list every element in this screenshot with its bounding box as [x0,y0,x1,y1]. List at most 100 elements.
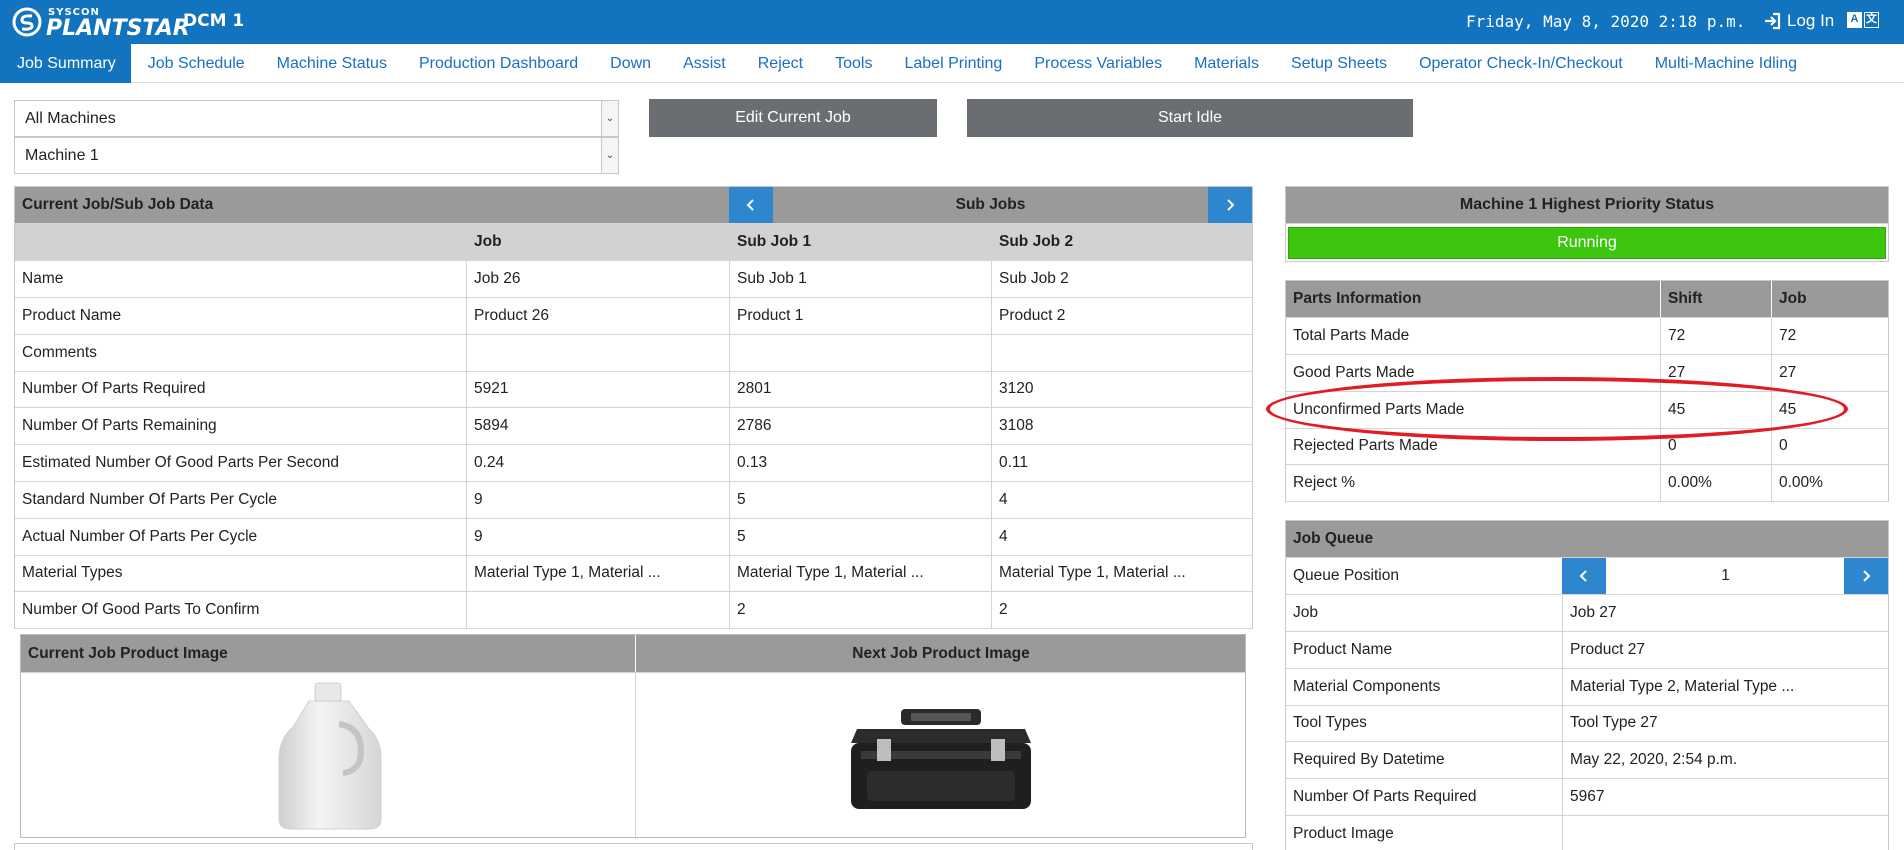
table-row: Tool Types Tool Type 27 [1286,705,1888,743]
queue-row-value: Material Type 2, Material Type ... [1562,668,1888,705]
parts-row-label: Total Parts Made [1293,327,1410,344]
row-label: Number Of Good Parts To Confirm [22,601,260,619]
chevron-right-icon [1227,199,1235,211]
parts-row-label: Reject % [1293,474,1356,492]
table-row: Product Image [1286,815,1888,850]
status-title: Machine 1 Highest Priority Status [1286,187,1888,224]
parts-row-shift: 72 [1660,318,1771,354]
table-row: Required By Datetime May 22, 2020, 2:54 p… [1286,742,1888,780]
tab-production-dashboard[interactable]: Production Dashboard [402,44,593,83]
job-table-title: Current Job/Sub Job Data [22,196,214,213]
machine-select[interactable]: Machine 1 ⌄ [14,137,619,174]
table-row: Actual Number Of Parts Per Cycle 9 5 4 [15,518,1253,556]
table-row: Product Name Product 27 [1286,631,1888,669]
row-value: 4 [991,518,1253,555]
column-sub-job-1: Sub Job 1 [729,224,991,260]
tab-down[interactable]: Down [593,44,666,83]
tab-operator-check-in[interactable]: Operator Check-In/Checkout [1402,44,1638,83]
machine-group-select[interactable]: All Machines ⌄ [14,100,619,137]
tab-assist[interactable]: Assist [666,44,741,83]
row-value [729,334,991,371]
queue-row-value: 5967 [1562,779,1888,815]
tab-setup-sheets[interactable]: Setup Sheets [1274,44,1402,83]
queue-title: Job Queue [1293,530,1374,547]
tab-tools[interactable]: Tools [818,44,887,83]
parts-row-job: 72 [1771,318,1888,354]
column-sub-job-2: Sub Job 2 [991,224,1253,260]
sub-jobs-next-button[interactable] [1208,187,1252,223]
row-value: 0.24 [466,445,729,481]
row-value: 9 [466,518,729,555]
row-value: 5894 [466,408,729,445]
queue-prev-button[interactable] [1562,558,1606,594]
row-value: Product 2 [991,297,1253,334]
queue-header: Job Queue [1286,521,1888,558]
current-datetime: Friday, May 8, 2020 2:18 p.m. [1466,12,1746,31]
queue-row-value: Product 27 [1562,631,1888,668]
queue-row-label: Product Name [1293,640,1393,658]
row-value: 5 [729,481,991,518]
row-label: Material Types [22,564,123,582]
tab-job-schedule[interactable]: Job Schedule [131,44,260,83]
machine-status-panel: Machine 1 Highest Priority Status Runnin… [1285,186,1889,262]
tab-multi-machine-idling[interactable]: Multi-Machine Idling [1638,44,1812,83]
table-row: Material Components Material Type 2, Mate… [1286,668,1888,706]
parts-col-job: Job [1771,281,1888,317]
tab-reject[interactable]: Reject [741,44,818,83]
milk-jug-image [278,682,382,830]
row-value: 3108 [991,408,1253,445]
login-button[interactable]: Log In [1763,11,1834,31]
image-panel-header: Current Job Product Image Next Job Produ… [21,635,1245,673]
row-value: 2786 [729,408,991,445]
edit-current-job-button[interactable]: Edit Current Job [649,99,937,137]
table-row: Material Types Material Type 1, Material … [15,555,1252,593]
table-row: Number Of Parts Required 5967 [1286,779,1888,816]
start-idle-button[interactable]: Start Idle [967,99,1413,137]
row-value: 0.11 [991,445,1253,481]
row-value: 4 [991,481,1253,518]
tab-label-printing[interactable]: Label Printing [887,44,1017,83]
queue-row-label: Job [1293,604,1318,621]
row-label: Actual Number Of Parts Per Cycle [22,527,258,545]
table-row: Standard Number Of Parts Per Cycle 9 5 4 [15,481,1253,519]
login-label: Log In [1787,11,1835,30]
table-row: Number Of Parts Required 5921 2801 3120 [15,371,1252,409]
tab-job-summary[interactable]: Job Summary [0,44,131,83]
row-value: 2 [729,592,991,629]
label-column-header [15,224,466,260]
parts-title: Parts Information [1293,290,1422,307]
product-image-panel: Current Job Product Image Next Job Produ… [20,634,1246,839]
column-job: Job [466,224,729,260]
queue-row-value: May 22, 2020, 2:54 p.m. [1562,742,1888,779]
row-label: Estimated Number Of Good Parts Per Secon… [22,454,340,471]
row-label: Name [22,270,64,287]
table-row: Name Job 26 Sub Job 1 Sub Job 2 [15,261,1252,298]
row-value [466,592,729,629]
row-label: Comments [22,343,97,361]
queue-next-button[interactable] [1844,558,1888,594]
toolbox-image [851,709,1031,809]
row-label: Number Of Parts Required [22,380,206,398]
status-badge: Running [1288,227,1886,259]
language-icon-cjk: 文 [1864,12,1879,28]
row-label: Product Name [22,306,122,324]
chevron-left-icon [746,199,754,211]
syscon-logo-icon [12,7,42,37]
queue-row-value: Tool Type 27 [1562,705,1888,742]
tab-process-variables[interactable]: Process Variables [1017,44,1177,83]
tab-machine-status[interactable]: Machine Status [260,44,402,83]
chevron-left-icon [1579,570,1587,582]
row-value: Sub Job 1 [729,261,991,297]
tab-materials[interactable]: Materials [1177,44,1274,83]
parts-row-job: 27 [1771,354,1888,391]
queue-row-value [1562,815,1888,850]
parts-row-shift: 0.00% [1660,465,1771,502]
row-value: 9 [466,481,729,518]
table-row: Comments [15,334,1252,372]
language-switch[interactable]: A 文 [1847,12,1881,32]
row-label: Standard Number Of Parts Per Cycle [22,490,277,508]
row-value: 5921 [466,371,729,408]
sub-jobs-prev-button[interactable] [729,187,773,223]
job-table-columns: Job Sub Job 1 Sub Job 2 [15,224,1252,261]
parts-row-job: 0.00% [1771,465,1888,502]
